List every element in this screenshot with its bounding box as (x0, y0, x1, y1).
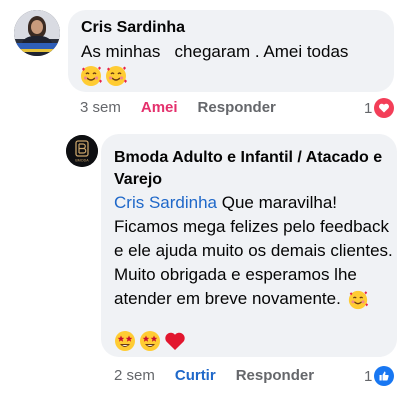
avatar-cris-sardinha[interactable] (14, 10, 60, 56)
reply-author[interactable]: Bmoda Adulto e Infantil / Atacado e Vare… (114, 147, 384, 191)
comment-reply-button[interactable]: Responder (198, 99, 276, 116)
mention-link[interactable]: Cris Sardinha (114, 193, 217, 212)
comment-text: As minhas chegaram . Amei todas (81, 42, 349, 61)
reply-reaction-number: 1 (364, 367, 373, 385)
comment-reaction-count[interactable]: 1 (364, 98, 395, 118)
thumbs-up-icon (374, 366, 395, 386)
avatar-bmoda[interactable]: BMODA (66, 135, 98, 167)
smiling-face-with-hearts-icon (104, 64, 128, 88)
comment-bubble: Cris Sardinha As minhas chegaram . Amei … (68, 10, 394, 92)
comment-reaction-button[interactable]: Amei (141, 99, 178, 116)
reply-time[interactable]: 2 sem (114, 367, 155, 384)
reply-reply-button[interactable]: Responder (236, 367, 314, 384)
reply-bubble: Bmoda Adulto e Infantil / Atacado e Vare… (101, 134, 397, 357)
comment-author[interactable]: Cris Sardinha (81, 18, 185, 38)
reply-actions: 2 sem Curtir Responder (114, 367, 334, 384)
comment-time[interactable]: 3 sem (80, 99, 121, 116)
star-struck-icon (113, 329, 137, 353)
reply-text: Cris Sardinha Que maravilha! Ficamos meg… (114, 191, 394, 311)
svg-text:BMODA: BMODA (75, 159, 89, 163)
heart-icon (374, 98, 395, 118)
smiling-face-with-hearts-icon (347, 289, 369, 311)
star-struck-icon (138, 329, 162, 353)
reply-emojis (113, 329, 188, 353)
smiling-face-with-hearts-icon (79, 64, 103, 88)
reply-text-part2: Muito obrigada e esperamos lhe atender e… (114, 265, 357, 308)
red-heart-icon (163, 329, 187, 353)
comment-reaction-number: 1 (364, 99, 373, 117)
comment-emojis (79, 64, 129, 88)
comment-actions: 3 sem Amei Responder (80, 99, 296, 116)
like-button[interactable]: Curtir (175, 367, 216, 384)
reply-reaction-count[interactable]: 1 (364, 366, 395, 386)
